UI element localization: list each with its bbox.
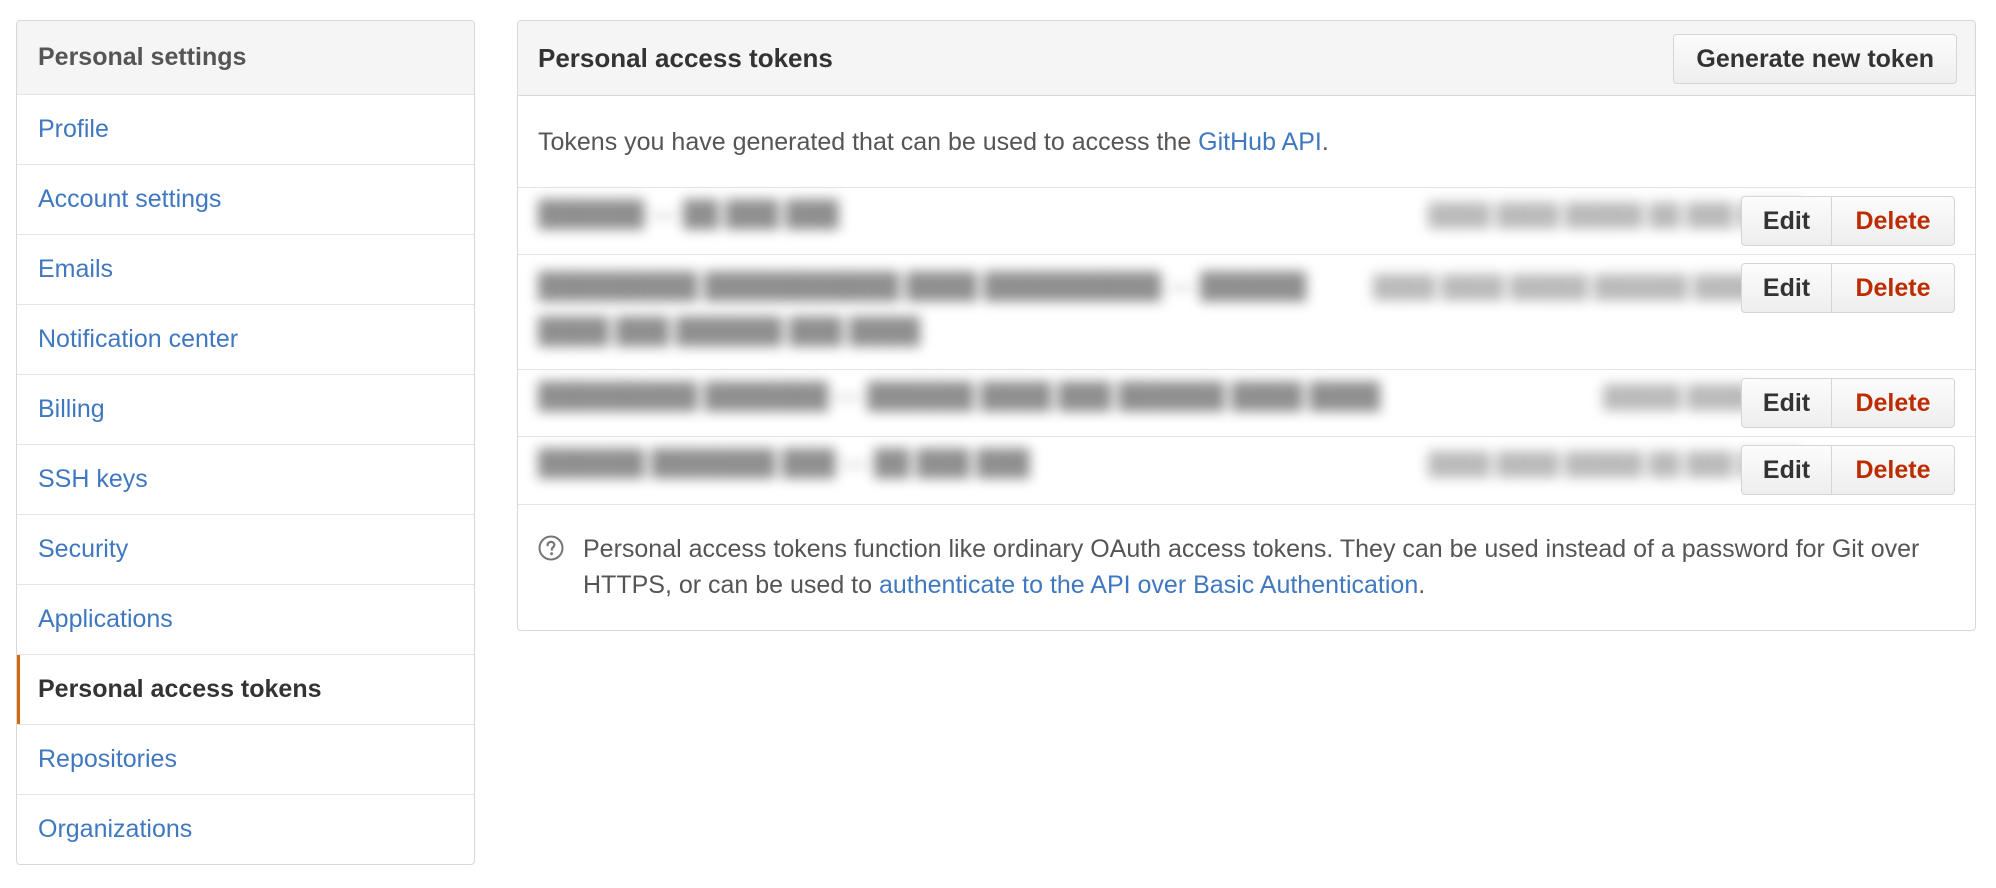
sidebar-item-notification-center[interactable]: Notification center (17, 305, 474, 375)
intro-suffix: . (1321, 128, 1329, 156)
token-description-redacted: ██████ — ██ ███ ███ (538, 200, 839, 228)
sidebar-item-profile[interactable]: Profile (17, 95, 474, 165)
token-row: █████████ ███████ — ██████ ████ ███ ████… (518, 370, 1975, 437)
token-actions: Edit Delete (1741, 196, 1955, 246)
sidebar-item-repositories[interactable]: Repositories (17, 725, 474, 795)
token-last-used-redacted: ████ ████ █████ ██████ ███████ (1373, 274, 1803, 299)
edit-token-button[interactable]: Edit (1742, 379, 1832, 427)
sidebar-header: Personal settings (17, 21, 474, 95)
delete-token-button[interactable]: Delete (1832, 446, 1954, 494)
delete-token-button[interactable]: Delete (1832, 197, 1954, 245)
delete-token-button[interactable]: Delete (1832, 379, 1954, 427)
basic-auth-link[interactable]: authenticate to the API over Basic Authe… (879, 571, 1418, 599)
panel-header: Personal access tokens Generate new toke… (518, 21, 1975, 96)
sidebar-item-organizations[interactable]: Organizations (17, 795, 474, 864)
sidebar-item-emails[interactable]: Emails (17, 235, 474, 305)
token-description-redacted: █████████ ███████ — ██████ ████ ███ ████… (538, 382, 1381, 410)
sidebar-item-personal-access-tokens[interactable]: Personal access tokens (17, 655, 474, 725)
token-description-redacted: █████████ ███████████ ████ ██████████ — … (538, 272, 1307, 345)
token-row: ██████ — ██ ███ ███ ████ ████ █████ ██ █… (518, 188, 1975, 255)
edit-token-button[interactable]: Edit (1742, 446, 1832, 494)
sidebar-item-account-settings[interactable]: Account settings (17, 165, 474, 235)
edit-token-button[interactable]: Edit (1742, 197, 1832, 245)
question-circle-icon (538, 535, 564, 561)
sidebar-item-security[interactable]: Security (17, 515, 474, 585)
page-title: Personal access tokens (538, 43, 833, 73)
sidebar-item-billing[interactable]: Billing (17, 375, 474, 445)
tokens-help-note: Personal access tokens function like ord… (518, 505, 1975, 603)
token-actions: Edit Delete (1741, 263, 1955, 313)
generate-new-token-button[interactable]: Generate new token (1673, 34, 1957, 84)
settings-page: Personal settings Profile Account settin… (0, 0, 1996, 888)
token-row: █████████ ███████████ ████ ██████████ — … (518, 255, 1975, 370)
sidebar-item-applications[interactable]: Applications (17, 585, 474, 655)
intro-text: Tokens you have generated that can be us… (538, 128, 1199, 156)
tokens-panel: Personal access tokens Generate new toke… (517, 20, 1976, 631)
token-description-redacted: ██████ ███████ ███ — ██ ███ ███ (538, 449, 1030, 477)
token-actions: Edit Delete (1741, 378, 1955, 428)
github-api-link[interactable]: GitHub API (1198, 128, 1322, 156)
token-actions: Edit Delete (1741, 445, 1955, 495)
token-last-used-redacted: █████ ████ (1603, 384, 1750, 409)
token-row: ██████ ███████ ███ — ██ ███ ███ ████ ███… (518, 437, 1975, 505)
tokens-intro: Tokens you have generated that can be us… (518, 96, 1975, 188)
help-suffix: . (1418, 571, 1426, 599)
edit-token-button[interactable]: Edit (1742, 264, 1832, 312)
delete-token-button[interactable]: Delete (1832, 264, 1954, 312)
sidebar-item-ssh-keys[interactable]: SSH keys (17, 445, 474, 515)
settings-sidebar: Personal settings Profile Account settin… (16, 20, 475, 865)
